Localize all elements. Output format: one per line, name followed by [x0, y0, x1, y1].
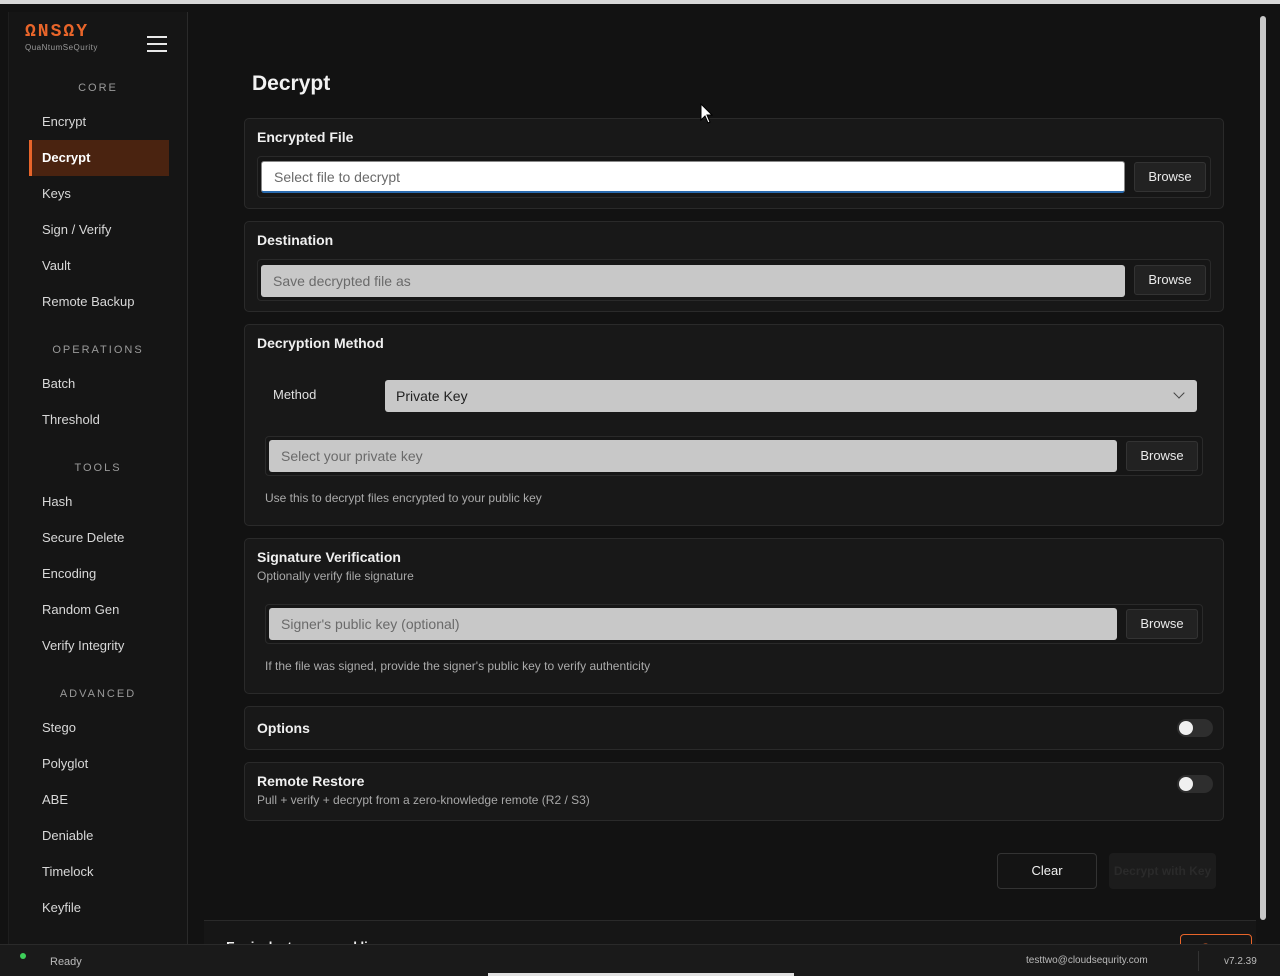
remote-restore-subtitle: Pull + verify + decrypt from a zero-know… — [257, 793, 590, 807]
chevron-down-icon — [1173, 387, 1185, 399]
encrypted-file-input[interactable] — [261, 161, 1125, 193]
encrypted-file-card: Encrypted File Browse — [244, 118, 1224, 209]
destination-browse-button[interactable]: Browse — [1134, 265, 1206, 295]
sidebar-item-polyglot[interactable]: Polyglot — [29, 746, 169, 782]
status-indicator-icon — [20, 953, 26, 959]
main-content: Decrypt Encrypted File Browse Destinatio… — [188, 8, 1256, 948]
hamburger-menu-icon[interactable] — [147, 36, 167, 52]
sidebar-item-secure-delete[interactable]: Secure Delete — [29, 520, 169, 556]
destination-card: Destination Browse — [244, 221, 1224, 312]
destination-input[interactable] — [261, 265, 1125, 297]
signer-key-row: Browse — [265, 604, 1203, 644]
encrypted-file-title: Encrypted File — [257, 129, 354, 145]
mouse-pointer-icon — [700, 103, 714, 124]
remote-restore-title: Remote Restore — [257, 773, 365, 789]
sidebar-item-keyfile[interactable]: Keyfile — [29, 890, 169, 926]
signer-key-browse-button[interactable]: Browse — [1126, 609, 1198, 639]
sidebar-item-encoding[interactable]: Encoding — [29, 556, 169, 592]
sidebar-item-keys[interactable]: Keys — [29, 176, 169, 212]
section-label-tools: TOOLS — [74, 462, 122, 474]
encrypted-file-browse-button[interactable]: Browse — [1134, 162, 1206, 192]
brand-subtitle: QuaNtumSeQurity — [25, 43, 98, 52]
signer-key-input[interactable] — [269, 608, 1117, 640]
sidebar-item-sign-verify[interactable]: Sign / Verify — [29, 212, 169, 248]
destination-title: Destination — [257, 232, 334, 248]
remote-restore-card: Remote Restore Pull + verify + decrypt f… — [244, 762, 1224, 821]
sidebar-item-encrypt[interactable]: Encrypt — [29, 104, 169, 140]
remote-restore-toggle[interactable] — [1177, 775, 1213, 793]
sidebar-item-deniable[interactable]: Deniable — [29, 818, 169, 854]
brand: ΩNSΩY QuaNtumSeQurity — [25, 22, 98, 52]
sidebar-item-batch[interactable]: Batch — [29, 366, 169, 402]
sidebar-item-timelock[interactable]: Timelock — [29, 854, 169, 890]
app-window: ΩNSΩY QuaNtumSeQurity CORE Encrypt Decry… — [0, 4, 1280, 948]
method-select-value: Private Key — [396, 388, 468, 404]
status-divider — [1198, 951, 1199, 971]
sidebar-item-hash[interactable]: Hash — [29, 484, 169, 520]
sidebar-item-stego[interactable]: Stego — [29, 710, 169, 746]
sidebar-item-random-gen[interactable]: Random Gen — [29, 592, 169, 628]
sidebar-item-decrypt[interactable]: Decrypt — [29, 140, 169, 176]
page-title: Decrypt — [252, 72, 331, 95]
sidebar-item-remote-backup[interactable]: Remote Backup — [29, 284, 169, 320]
method-label: Method — [273, 387, 317, 402]
decrypt-with-key-button[interactable]: Decrypt with Key — [1109, 853, 1216, 889]
private-key-browse-button[interactable]: Browse — [1126, 441, 1198, 471]
status-text: Ready — [50, 956, 82, 968]
encrypted-file-row: Browse — [257, 156, 1211, 198]
destination-row: Browse — [257, 259, 1211, 301]
clear-button[interactable]: Clear — [997, 853, 1097, 889]
brand-logo: ΩNSΩY — [25, 22, 90, 42]
options-toggle[interactable] — [1177, 719, 1213, 737]
sidebar: ΩNSΩY QuaNtumSeQurity CORE Encrypt Decry… — [8, 12, 188, 944]
signature-subtitle: Optionally verify file signature — [257, 569, 414, 583]
section-label-operations: OPERATIONS — [52, 344, 144, 356]
private-key-input[interactable] — [269, 440, 1117, 472]
signature-helper: If the file was signed, provide the sign… — [265, 659, 651, 673]
scrollbar-thumb[interactable] — [1260, 16, 1266, 920]
options-title: Options — [257, 720, 310, 736]
main-scrollbar[interactable] — [1256, 8, 1270, 948]
decryption-method-card: Decryption Method Method Private Key Bro… — [244, 324, 1224, 526]
section-label-core: CORE — [78, 82, 118, 94]
private-key-row: Browse — [265, 436, 1203, 476]
sidebar-item-abe[interactable]: ABE — [29, 782, 169, 818]
status-bar: Ready testtwo@cloudsequrity.com v7.2.39 — [0, 944, 1280, 976]
signature-title: Signature Verification — [257, 549, 401, 565]
private-key-helper: Use this to decrypt files encrypted to y… — [265, 491, 542, 505]
status-user: testtwo@cloudsequrity.com — [1026, 955, 1148, 966]
method-select[interactable]: Private Key — [385, 380, 1197, 412]
sidebar-item-threshold[interactable]: Threshold — [29, 402, 169, 438]
section-label-advanced: ADVANCED — [59, 688, 137, 700]
signature-verification-card: Signature Verification Optionally verify… — [244, 538, 1224, 694]
decryption-method-title: Decryption Method — [257, 335, 384, 351]
options-card[interactable]: Options — [244, 706, 1224, 750]
sidebar-item-vault[interactable]: Vault — [29, 248, 169, 284]
status-version: v7.2.39 — [1224, 956, 1257, 967]
sidebar-item-verify-integrity[interactable]: Verify Integrity — [29, 628, 169, 664]
